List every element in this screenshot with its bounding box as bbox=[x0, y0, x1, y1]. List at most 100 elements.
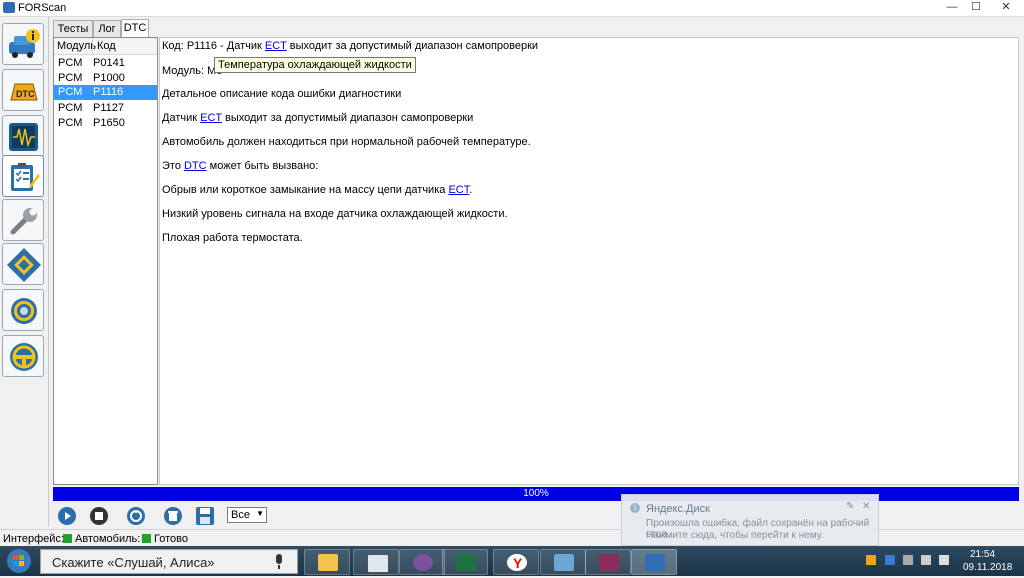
pin-icon[interactable]: ✎ bbox=[846, 501, 854, 512]
row-code: P0141 bbox=[93, 57, 125, 69]
dtc-detail-pane: Код: P1116 - Датчик ECT выходит за допус… bbox=[159, 37, 1019, 485]
network-app-icon bbox=[554, 554, 574, 571]
taskbar-app-excel[interactable] bbox=[442, 549, 488, 575]
row-module: PCM bbox=[58, 117, 83, 129]
taskbar-app-file-explorer[interactable] bbox=[304, 549, 350, 575]
yandex-disk-tray-icon[interactable] bbox=[866, 555, 876, 565]
chevron-down-icon: ▼ bbox=[256, 509, 264, 518]
ect-link[interactable]: ECT bbox=[265, 40, 287, 52]
microphone-icon[interactable] bbox=[274, 554, 284, 570]
play-button[interactable] bbox=[57, 506, 77, 526]
taskbar-app-viber[interactable] bbox=[399, 549, 445, 575]
detail-heading: Детальное описание кода ошибки диагности… bbox=[162, 88, 402, 100]
dtc-icon: DTC bbox=[10, 83, 38, 101]
table-row[interactable]: PCM P0141 bbox=[54, 56, 157, 71]
vehicle-label: Автомобиль: bbox=[75, 533, 141, 545]
forscan-taskbar-icon bbox=[645, 554, 665, 571]
search-placeholder: Скажите «Слушай, Алиса» bbox=[52, 555, 215, 570]
sidebar-item-oscilloscope[interactable] bbox=[2, 115, 44, 157]
table-row[interactable]: PCM P1127 bbox=[54, 101, 157, 116]
car-info-icon bbox=[9, 29, 40, 58]
volume-tray-icon[interactable] bbox=[939, 555, 949, 565]
viber-icon bbox=[413, 554, 433, 571]
sidebar-item-module-programming[interactable] bbox=[2, 243, 44, 285]
filter-dropdown[interactable]: Все ▼ bbox=[227, 507, 267, 523]
column-divider[interactable] bbox=[92, 38, 93, 54]
clear-button[interactable] bbox=[163, 506, 183, 526]
forscan-app-icon bbox=[3, 2, 15, 13]
filter-dropdown-value: Все bbox=[231, 509, 250, 521]
interface-status-indicator bbox=[63, 534, 72, 543]
sidebar: DTC bbox=[0, 17, 49, 526]
svg-text:Y: Y bbox=[513, 555, 523, 571]
notification-title: Яндекс.Диск bbox=[646, 503, 710, 515]
detail-description-line: Датчик ECT выходит за допустимый диапазо… bbox=[162, 112, 474, 124]
minimize-button[interactable]: — bbox=[940, 0, 964, 15]
row-module: PCM bbox=[58, 102, 83, 114]
table-row-selected[interactable]: PCM P1116 bbox=[54, 85, 157, 100]
dtc-list[interactable]: Модуль Код PCM P0141 PCM P1000 PCM P1116… bbox=[53, 37, 158, 485]
save-button[interactable] bbox=[195, 506, 215, 526]
play-icon bbox=[58, 507, 76, 525]
tab-dtc[interactable]: DTC bbox=[121, 19, 149, 37]
detail-condition-line: Автомобиль должен находиться при нормаль… bbox=[162, 136, 531, 148]
window-title: FORScan bbox=[18, 2, 67, 14]
table-row[interactable]: PCM P1650 bbox=[54, 116, 157, 131]
taskbar-app-yandex-browser[interactable]: Y bbox=[493, 549, 539, 575]
row-module: PCM bbox=[58, 86, 83, 98]
clock-time[interactable]: 21:54 bbox=[970, 549, 995, 560]
info-icon: i bbox=[630, 503, 640, 513]
wrench-icon bbox=[10, 208, 37, 235]
sidebar-item-settings[interactable] bbox=[2, 289, 44, 331]
maximize-button[interactable]: ☐ bbox=[964, 0, 988, 15]
ect-link[interactable]: ECT bbox=[200, 112, 222, 124]
alice-search-box[interactable]: Скажите «Слушай, Алиса» bbox=[40, 549, 298, 574]
winrar-icon bbox=[599, 554, 619, 571]
row-code: P1650 bbox=[93, 117, 125, 129]
save-icon bbox=[196, 507, 214, 525]
sidebar-item-dtc[interactable]: DTC bbox=[2, 69, 44, 111]
row-code: P1127 bbox=[93, 102, 124, 114]
tab-tests[interactable]: Тесты bbox=[53, 20, 93, 37]
tab-log[interactable]: Лог bbox=[93, 20, 121, 37]
battery-tray-icon[interactable] bbox=[903, 555, 913, 565]
ready-label: Готово bbox=[154, 533, 188, 545]
dtc-list-header: Модуль Код bbox=[54, 38, 157, 55]
chip-icon bbox=[7, 248, 41, 282]
vehicle-status-indicator bbox=[142, 534, 151, 543]
column-header-module[interactable]: Модуль bbox=[57, 40, 96, 52]
scan-button[interactable] bbox=[126, 506, 146, 526]
wifi-tray-icon[interactable] bbox=[921, 555, 931, 565]
sidebar-item-help[interactable] bbox=[2, 335, 44, 377]
taskbar-app-window[interactable] bbox=[353, 549, 399, 575]
clock-date[interactable]: 09.11.2018 bbox=[963, 562, 1012, 573]
close-button[interactable]: ✕ bbox=[988, 0, 1024, 15]
sidebar-item-service[interactable] bbox=[2, 199, 44, 241]
title-bar[interactable]: FORScan — ☐ ✕ bbox=[0, 0, 1024, 17]
table-row[interactable]: PCM P1000 bbox=[54, 71, 157, 86]
yandex-disk-notification[interactable]: i Яндекс.Диск Произошла ошибка, файл сох… bbox=[621, 494, 879, 546]
sidebar-item-vehicle-info[interactable] bbox=[2, 23, 44, 65]
column-header-code[interactable]: Код bbox=[97, 40, 116, 52]
stop-icon bbox=[90, 507, 108, 525]
ect-link[interactable]: ECT bbox=[448, 184, 469, 196]
notification-close-button[interactable]: ✕ bbox=[862, 501, 870, 512]
stop-button[interactable] bbox=[89, 506, 109, 526]
gear-icon bbox=[11, 298, 37, 324]
taskbar-app-winrar[interactable] bbox=[585, 549, 631, 575]
network-tray-icon[interactable] bbox=[885, 555, 895, 565]
sidebar-item-checklist[interactable] bbox=[2, 155, 44, 197]
windows-logo-icon bbox=[7, 549, 31, 573]
interface-label: Интерфейс: bbox=[3, 533, 64, 545]
tooltip: Температура охлаждающей жидкости bbox=[214, 57, 416, 73]
help-icon bbox=[10, 343, 38, 371]
detail-cause-1: Обрыв или короткое замыкание на массу це… bbox=[162, 184, 473, 196]
taskbar-app-forscan[interactable] bbox=[631, 549, 677, 575]
row-module: PCM bbox=[58, 57, 83, 69]
oscilloscope-icon bbox=[9, 123, 38, 151]
taskbar-app-network[interactable] bbox=[540, 549, 586, 575]
row-code: P1000 bbox=[93, 72, 125, 84]
dtc-link[interactable]: DTC bbox=[184, 160, 207, 172]
window-app-icon bbox=[367, 554, 389, 573]
start-button[interactable] bbox=[4, 547, 34, 575]
